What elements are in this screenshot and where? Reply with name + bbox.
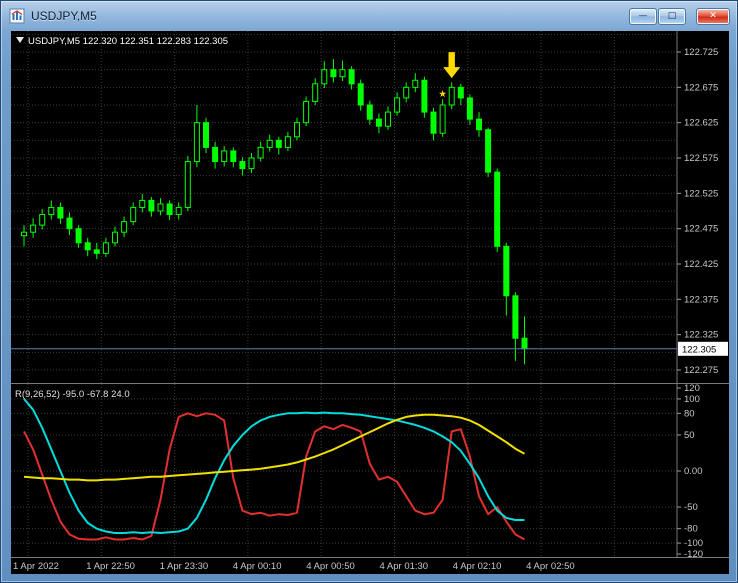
indicator-axis-label: 80 bbox=[684, 408, 695, 419]
time-axis-label: 4 Apr 00:50 bbox=[306, 561, 355, 572]
indicator-axis-label: 50 bbox=[684, 430, 695, 441]
indicator-axis-label: -80 bbox=[684, 524, 698, 535]
candle bbox=[439, 99, 446, 137]
time-axis-label: 1 Apr 2022 bbox=[13, 561, 59, 572]
price-axis-label: 122.525 bbox=[684, 188, 718, 199]
price-axis-label: 122.675 bbox=[684, 82, 718, 93]
candle bbox=[421, 76, 428, 118]
time-axis-label: 4 Apr 02:10 bbox=[453, 561, 502, 572]
maximize-button[interactable]: □ bbox=[658, 7, 686, 25]
candle bbox=[494, 168, 501, 252]
indicator-axis-label: 0.00 bbox=[684, 466, 703, 477]
price-axis-label: 122.425 bbox=[684, 259, 718, 270]
time-axis-label: 4 Apr 01:30 bbox=[380, 561, 429, 572]
indicator-info: R(9,26,52) -95.0 -67.8 24.0 bbox=[15, 389, 130, 400]
app-icon bbox=[9, 8, 25, 24]
time-axis-label: 1 Apr 23:30 bbox=[160, 561, 209, 572]
indicator-axis-label: 120 bbox=[684, 383, 700, 394]
indicator-axis-label: -120 bbox=[684, 549, 703, 560]
chart-svg[interactable]: 122.725 122.675 122.625 122.575 122.525 122.4… bbox=[11, 31, 729, 574]
chart-window: USDJPY,M5 — □ ✕ 122.725 122.675 122.625 122… bbox=[0, 0, 738, 583]
time-axis-label: 4 Apr 02:50 bbox=[526, 561, 575, 572]
minimize-button[interactable]: — bbox=[629, 7, 657, 25]
window-title: USDJPY,M5 bbox=[31, 9, 97, 23]
price-axis-label: 122.325 bbox=[684, 330, 718, 341]
price-axis-label: 122.375 bbox=[684, 294, 718, 305]
price-axis-label: 122.475 bbox=[684, 224, 718, 235]
titlebar[interactable]: USDJPY,M5 — □ ✕ bbox=[1, 1, 737, 31]
candle bbox=[203, 117, 209, 154]
time-axis-label: 4 Apr 00:10 bbox=[233, 561, 282, 572]
close-button[interactable]: ✕ bbox=[696, 7, 730, 25]
candle bbox=[184, 155, 191, 211]
candle bbox=[485, 127, 492, 178]
price-axis-label: 122.625 bbox=[684, 118, 718, 129]
price-axis-label: 122.275 bbox=[684, 365, 718, 376]
indicator-axis-label: -100 bbox=[684, 538, 703, 549]
candle bbox=[303, 96, 310, 127]
window-controls: — □ ✕ bbox=[629, 7, 730, 25]
time-axis-label: 1 Apr 22:50 bbox=[86, 561, 135, 572]
chart-client[interactable]: 122.725 122.675 122.625 122.575 122.525 122.4… bbox=[11, 31, 729, 574]
ohlc-info: USDJPY,M5 122.320 122.351 122.283 122.30… bbox=[28, 36, 228, 47]
star-icon: ★ bbox=[438, 89, 447, 100]
price-axis-label: 122.725 bbox=[684, 47, 718, 58]
price-axis-label: 122.575 bbox=[684, 153, 718, 164]
indicator-axis-label: -50 bbox=[684, 502, 698, 513]
current-price-tag-label: 122.305 bbox=[682, 344, 716, 355]
indicator-axis-label: 100 bbox=[684, 394, 700, 405]
